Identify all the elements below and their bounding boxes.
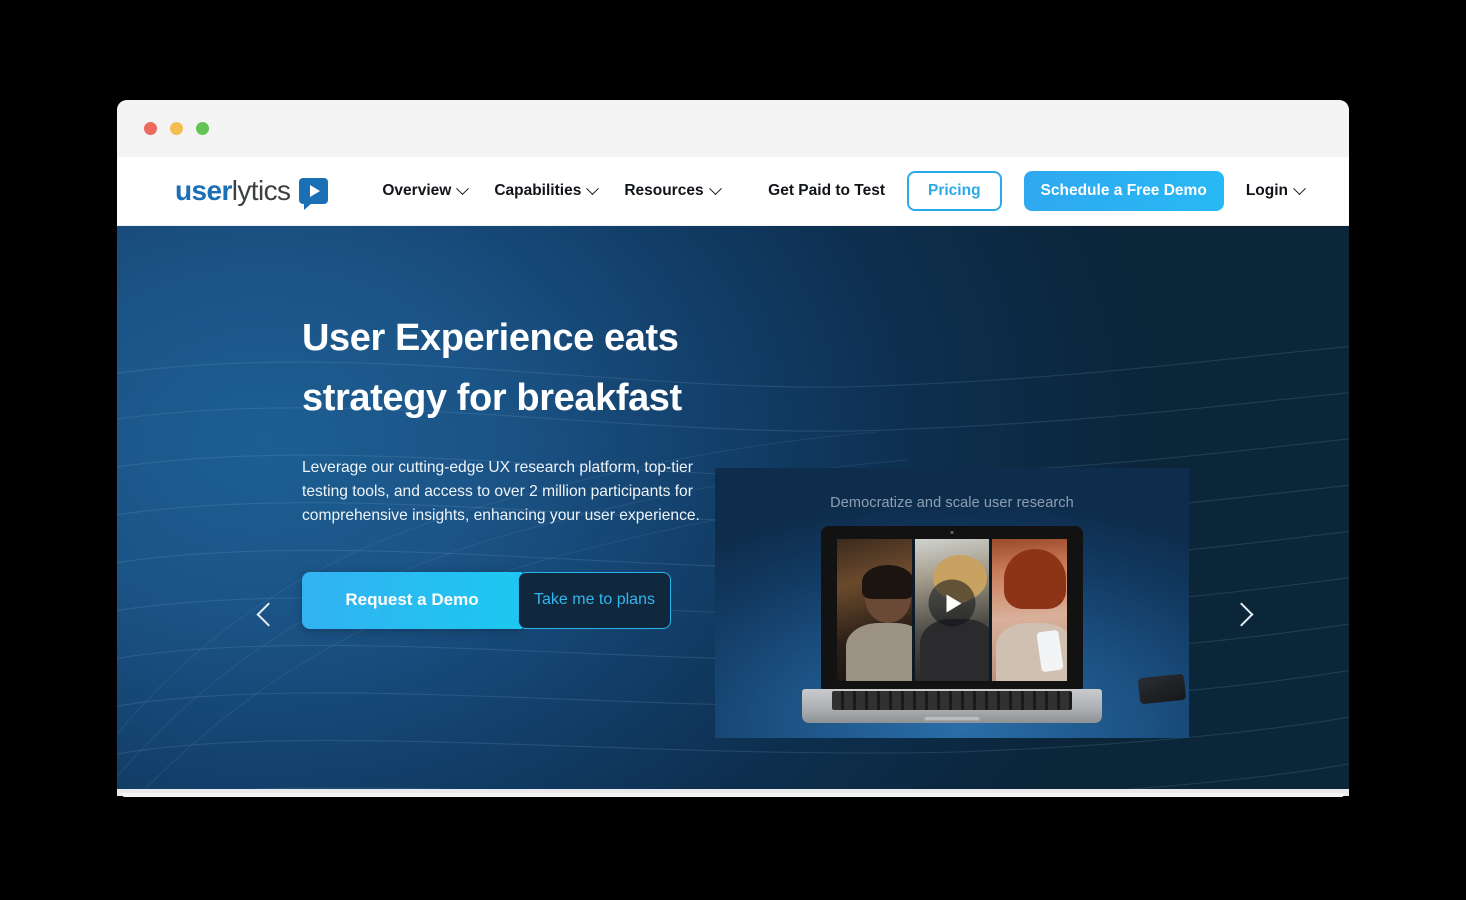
chevron-down-icon (708, 181, 722, 195)
userlytics-logo[interactable]: userlytics (175, 175, 329, 210)
chevron-down-icon (456, 181, 470, 195)
maximize-window-button[interactable] (196, 122, 209, 135)
primary-nav-links: Overview Capabilities Resources (382, 181, 722, 200)
request-a-demo-button[interactable]: Request a Demo (302, 571, 522, 629)
carousel-prev-arrow-icon[interactable] (256, 602, 282, 628)
nav-item-resources-label: Resources (624, 182, 704, 199)
schedule-free-demo-button[interactable]: Schedule a Free Demo (1023, 171, 1224, 211)
hero-cta-group: Request a Demo Take me to plans (302, 571, 712, 629)
video-caption-text: Democratize and scale user research (830, 495, 1074, 511)
laptop-base (802, 689, 1102, 723)
login-menu[interactable]: Login (1245, 181, 1306, 200)
get-paid-to-test-link[interactable]: Get Paid to Test (768, 182, 885, 200)
hero-subtitle: Leverage our cutting-edge UX research pl… (302, 459, 700, 525)
close-window-button[interactable] (144, 122, 157, 135)
carousel-next-arrow-icon[interactable] (1229, 602, 1255, 628)
login-label: Login (1245, 182, 1288, 199)
hero-content: User Experience eats strategy for breakf… (117, 226, 1349, 795)
chevron-down-icon (1293, 181, 1306, 195)
hero-headline-line-2: strategy for breakfast (302, 377, 682, 420)
nav-item-capabilities[interactable]: Capabilities (494, 181, 600, 200)
laptop-keyboard (832, 691, 1072, 710)
pricing-button[interactable]: Pricing (907, 171, 1002, 211)
nav-item-overview[interactable]: Overview (382, 181, 470, 200)
logo-text-bold: user (175, 175, 232, 206)
nav-item-resources[interactable]: Resources (624, 181, 722, 200)
nav-item-overview-label: Overview (382, 182, 452, 199)
hero-video-thumbnail[interactable]: Democratize and scale user research (715, 468, 1189, 738)
nav-item-capabilities-label: Capabilities (494, 182, 582, 199)
hero-headline: User Experience eats strategy for breakf… (302, 308, 712, 428)
video-panel-1 (837, 539, 912, 681)
laptop-trackpad (924, 716, 980, 721)
browser-window: userlytics Overview Capabilities Resourc… (117, 100, 1349, 795)
play-speech-bubble-icon (299, 178, 329, 210)
play-icon[interactable] (928, 579, 976, 627)
webcam-icon (950, 531, 954, 534)
traffic-light-controls (144, 122, 209, 135)
chevron-down-icon (586, 181, 600, 195)
hero-text-block: User Experience eats strategy for breakf… (302, 308, 712, 629)
window-bottom-edge-highlight (121, 793, 1345, 797)
take-me-to-plans-button[interactable]: Take me to plans (518, 571, 671, 629)
hero-carousel-section: User Experience eats strategy for breakf… (117, 226, 1349, 795)
window-titlebar (117, 100, 1349, 157)
video-panel-3 (992, 539, 1067, 681)
phone-prop (1137, 673, 1187, 705)
logo-text-light: lytics (231, 175, 291, 206)
secondary-nav-actions: Get Paid to Test Pricing Schedule a Free… (768, 171, 1349, 211)
site-navigation-bar: userlytics Overview Capabilities Resourc… (117, 157, 1349, 226)
hero-headline-line-1: User Experience eats (302, 317, 679, 359)
minimize-window-button[interactable] (170, 122, 183, 135)
screenshot-stage: userlytics Overview Capabilities Resourc… (0, 0, 1466, 900)
